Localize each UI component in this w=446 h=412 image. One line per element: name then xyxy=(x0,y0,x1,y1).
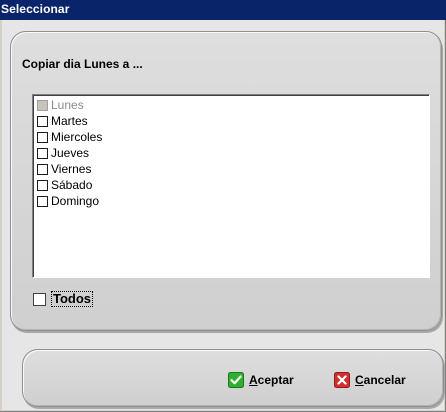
checkmark-icon xyxy=(228,372,244,388)
day-checkbox-sabado[interactable] xyxy=(37,179,48,191)
title-bar[interactable]: Seleccionar xyxy=(0,0,446,20)
day-label: Viernes xyxy=(51,162,92,176)
day-label: Sábado xyxy=(51,178,93,192)
day-checkbox-viernes[interactable] xyxy=(37,163,48,175)
todos-option[interactable]: Todos xyxy=(33,290,94,308)
day-checkbox-martes[interactable] xyxy=(37,115,48,127)
todos-label: Todos xyxy=(51,291,94,307)
days-listbox[interactable]: Lunes Martes Miercoles Jueves Viernes Sá… xyxy=(32,94,430,278)
day-label: Martes xyxy=(51,114,88,128)
day-item-jueves[interactable]: Jueves xyxy=(37,145,89,161)
todos-checkbox[interactable] xyxy=(33,292,46,306)
day-item-miercoles[interactable]: Miercoles xyxy=(37,129,102,145)
day-checkbox-lunes xyxy=(37,99,48,111)
day-item-martes[interactable]: Martes xyxy=(37,113,88,129)
dialog-window: Seleccionar Copiar dia Lunes a ... Lunes… xyxy=(0,0,446,412)
day-item-lunes: Lunes xyxy=(37,97,84,113)
panel-heading: Copiar dia Lunes a ... xyxy=(22,57,143,71)
cancel-label: Cancelar xyxy=(355,373,406,387)
day-label: Jueves xyxy=(51,146,90,160)
day-checkbox-jueves[interactable] xyxy=(37,147,48,159)
day-label: Miercoles xyxy=(51,130,103,144)
x-icon xyxy=(334,372,350,388)
day-item-domingo[interactable]: Domingo xyxy=(37,193,99,209)
day-label: Domingo xyxy=(51,194,100,208)
window-title: Seleccionar xyxy=(1,2,70,16)
cancel-button[interactable]: Cancelar xyxy=(334,370,406,390)
day-label: Lunes xyxy=(51,98,84,112)
day-item-sabado[interactable]: Sábado xyxy=(37,177,92,193)
accept-button[interactable]: Aceptar xyxy=(228,370,294,390)
day-checkbox-miercoles[interactable] xyxy=(37,131,48,143)
accept-label: Aceptar xyxy=(249,373,294,387)
day-checkbox-domingo[interactable] xyxy=(37,195,48,207)
day-item-viernes[interactable]: Viernes xyxy=(37,161,91,177)
